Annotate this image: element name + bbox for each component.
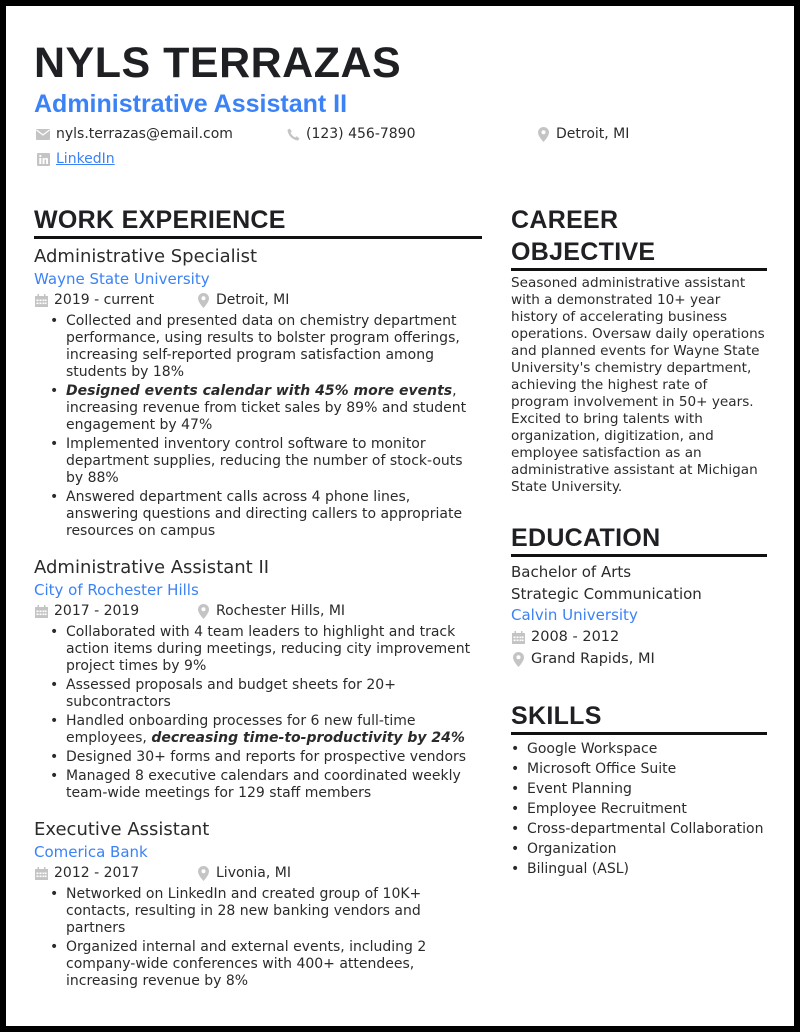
job-company: Comerica Bank (34, 843, 148, 861)
highlight-text: Designed events calendar with 45% more e… (66, 383, 453, 399)
education-degree: Bachelor of Arts (511, 563, 632, 581)
career-objective-text: Seasoned administrative assistant with a… (511, 275, 765, 495)
skills-heading: SKILLS (511, 700, 767, 735)
job-bullet: Handled onboarding processes for 6 new f… (50, 713, 482, 747)
skill-item: Google Workspace (511, 739, 767, 759)
job-bullet: Managed 8 executive calendars and coordi… (50, 768, 482, 802)
career-objective-heading: CAREER OBJECTIVE (511, 204, 767, 271)
job-bullets: Networked on LinkedIn and created group … (50, 886, 482, 990)
contact-linkedin[interactable]: LinkedIn (36, 152, 115, 166)
job-meta: 2019 - current Detroit, MI (34, 290, 482, 311)
resume-page: NYLS TERRAZAS Administrative Assistant I… (6, 6, 794, 1026)
job-meta: 2017 - 2019 Rochester Hills, MI (34, 601, 482, 622)
linkedin-icon (36, 152, 50, 166)
job-bullet: Implemented inventory control software t… (50, 436, 482, 487)
job-location: Detroit, MI (196, 290, 289, 311)
education-heading: EDUCATION (511, 522, 767, 557)
job-meta: 2012 - 2017 Livonia, MI (34, 863, 482, 884)
job-company: City of Rochester Hills (34, 581, 199, 599)
education-field: Strategic Communication (511, 585, 702, 603)
job-bullet: Collected and presented data on chemistr… (50, 313, 482, 381)
job-bullet: Assessed proposals and budget sheets for… (50, 677, 482, 711)
job-location-text: Rochester Hills, MI (216, 603, 346, 619)
map-pin-icon (196, 866, 210, 881)
contact-phone: (123) 456-7890 (286, 127, 416, 141)
job-bullets: Collaborated with 4 team leaders to high… (50, 624, 482, 802)
education-school: Calvin University (511, 606, 638, 624)
phone-icon (286, 127, 300, 141)
job-location-text: Detroit, MI (216, 292, 290, 308)
contact-email: nyls.terrazas@email.com (36, 127, 233, 141)
job-dates-text: 2012 - 2017 (54, 865, 140, 881)
envelope-icon (36, 127, 50, 141)
calendar-icon (34, 605, 48, 619)
education-location-text: Grand Rapids, MI (531, 651, 655, 667)
work-experience-heading: WORK EXPERIENCE (34, 204, 482, 239)
highlight-text: decreasing time-to-productivity by 24% (151, 730, 465, 746)
education-dates-text: 2008 - 2012 (531, 629, 620, 645)
job-bullet: Answered department calls across 4 phone… (50, 489, 482, 540)
skill-item: Employee Recruitment (511, 799, 767, 819)
skill-item: Bilingual (ASL) (511, 859, 767, 879)
job-bullet: Designed events calendar with 45% more e… (50, 383, 482, 434)
job-location-text: Livonia, MI (216, 865, 291, 881)
job-bullets: Collected and presented data on chemistr… (50, 313, 482, 540)
candidate-title: Administrative Assistant II (34, 90, 348, 118)
education-dates: 2008 - 2012 (511, 626, 767, 648)
job-entry: Administrative Assistant II City of Roch… (34, 556, 482, 802)
map-pin-icon (536, 126, 550, 142)
job-title: Executive Assistant (34, 819, 210, 840)
job-bullet: Collaborated with 4 team leaders to high… (50, 624, 482, 675)
left-column: WORK EXPERIENCE Administrative Specialis… (34, 204, 482, 990)
skills-list: Google Workspace Microsoft Office Suite … (511, 739, 767, 879)
skill-item: Cross-departmental Collaboration (511, 819, 767, 839)
map-pin-icon (511, 651, 525, 667)
job-bullet: Designed 30+ forms and reports for prosp… (50, 749, 482, 766)
job-entry: Administrative Specialist Wayne State Un… (34, 245, 482, 540)
calendar-icon (511, 630, 525, 644)
right-column: CAREER OBJECTIVE Seasoned administrative… (511, 204, 767, 879)
location-text: Detroit, MI (556, 126, 630, 142)
contact-location: Detroit, MI (536, 126, 630, 142)
job-company: Wayne State University (34, 270, 210, 288)
job-bullet: Organized internal and external events, … (50, 939, 482, 990)
job-title: Administrative Assistant II (34, 557, 270, 578)
education-location: Grand Rapids, MI (511, 648, 767, 670)
job-entry: Executive Assistant Comerica Bank 2012 -… (34, 818, 482, 990)
map-pin-icon (196, 604, 210, 619)
skill-item: Event Planning (511, 779, 767, 799)
linkedin-link[interactable]: LinkedIn (56, 152, 115, 166)
job-dates: 2019 - current (34, 290, 196, 311)
job-title: Administrative Specialist (34, 246, 258, 267)
job-location: Rochester Hills, MI (196, 601, 345, 622)
job-bullet: Networked on LinkedIn and created group … (50, 886, 482, 937)
calendar-icon (34, 294, 48, 308)
skill-item: Organization (511, 839, 767, 859)
job-dates-text: 2017 - 2019 (54, 603, 140, 619)
email-text: nyls.terrazas@email.com (56, 126, 233, 142)
skill-item: Microsoft Office Suite (511, 759, 767, 779)
map-pin-icon (196, 293, 210, 308)
job-dates-text: 2019 - current (54, 292, 155, 308)
job-location: Livonia, MI (196, 863, 291, 884)
calendar-icon (34, 867, 48, 881)
job-dates: 2012 - 2017 (34, 863, 196, 884)
candidate-name: NYLS TERRAZAS (34, 39, 402, 87)
job-dates: 2017 - 2019 (34, 601, 196, 622)
phone-text: (123) 456-7890 (306, 126, 416, 142)
